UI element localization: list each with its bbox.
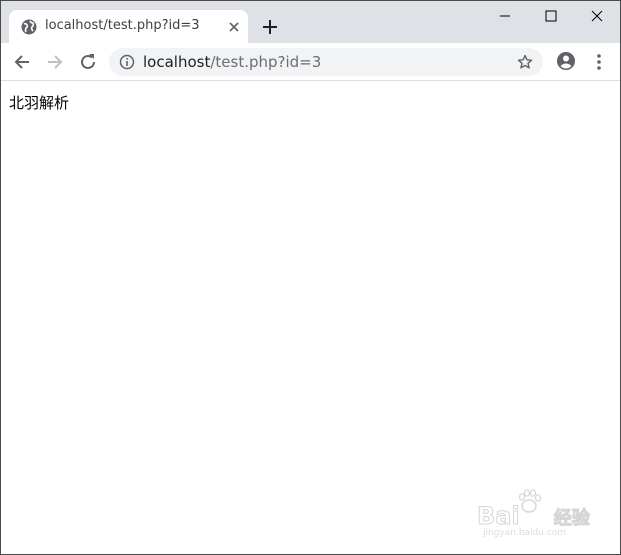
profile-icon[interactable] [556,51,576,71]
minimize-button[interactable] [482,1,528,31]
maximize-button[interactable] [528,1,574,31]
back-arrow-icon[interactable] [11,51,33,73]
watermark-sub: jingyan.baidu.com [483,528,567,538]
maximize-icon [545,10,557,22]
browser-toolbar: localhost/test.php?id=3 [1,43,620,81]
watermark-brand-cn: 经验 [553,508,590,530]
forward-arrow-icon[interactable] [44,51,66,73]
watermark: Bai 经验 jingyan.baidu.com [477,488,591,540]
url-host: localhost [143,53,211,71]
browser-tab[interactable]: localhost/test.php?id=3 [9,10,248,43]
browser-window: localhost/test.php?id=3 localhost/test.p… [0,0,621,555]
more-vert-icon[interactable] [591,52,607,72]
page-content: 北羽解析 [1,81,620,554]
reload-icon[interactable] [77,51,99,73]
address-bar[interactable]: localhost/test.php?id=3 [109,48,543,76]
close-icon [591,10,603,22]
watermark-brand-latin: Bai [477,502,521,531]
watermark-brand: Bai 经验 [477,502,591,531]
url-path: /test.php?id=3 [210,53,322,71]
globe-icon [21,19,37,35]
url-text[interactable]: localhost/test.php?id=3 [143,53,321,71]
title-bar: localhost/test.php?id=3 [1,1,620,43]
star-icon[interactable] [517,54,533,70]
page-body-text: 北羽解析 [9,94,70,112]
info-icon[interactable] [119,54,135,70]
close-icon[interactable] [227,20,241,34]
tab-title: localhost/test.php?id=3 [45,18,200,33]
plus-icon[interactable] [260,17,280,37]
close-window-button[interactable] [574,1,620,31]
minimize-icon [500,15,510,17]
